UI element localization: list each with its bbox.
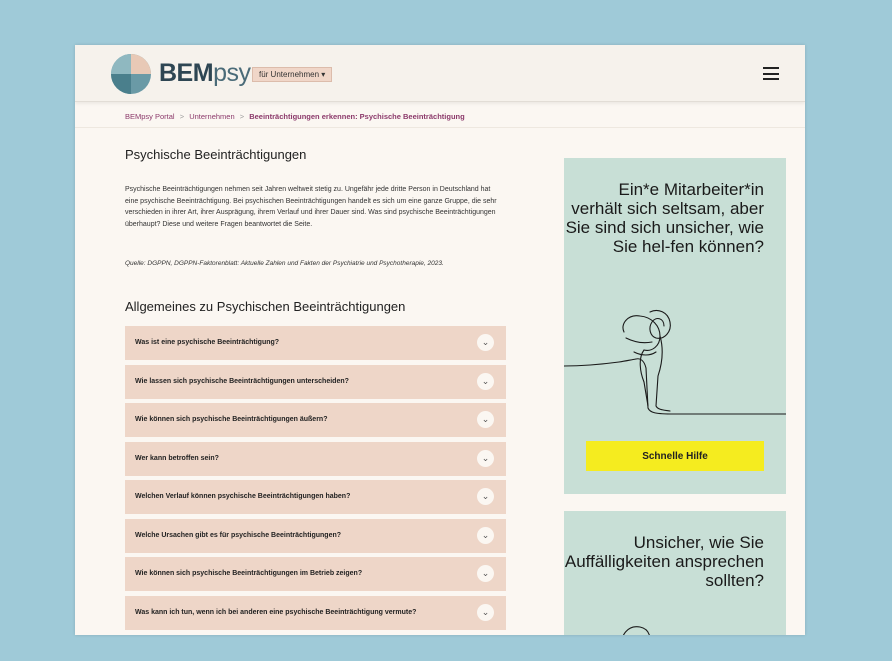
page-title: Psychische Beeinträchtigungen (125, 147, 307, 162)
faq-item[interactable]: Wie lassen sich psychische Beeinträchtig… (125, 364, 506, 399)
faq-question: Welche Ursachen gibt es für psychische B… (135, 531, 342, 539)
faq-item[interactable]: Welchen Verlauf können psychische Beeint… (125, 480, 506, 514)
address-card-headline: Unsicher, wie Sie Auffälligkeiten anspre… (564, 533, 764, 590)
faq-question: Was kann ich tun, wenn ich bei anderen e… (135, 608, 417, 616)
faq-question: Was ist eine psychische Beeinträchtigung… (135, 339, 280, 346)
faq-item[interactable]: Wie können sich psychische Beeinträchtig… (125, 403, 506, 437)
help-card: Ein*e Mitarbeiter*in verhält sich seltsa… (564, 158, 786, 494)
audience-dropdown[interactable]: für Unternehmen ▾ (252, 67, 333, 82)
faq-question: Wer kann betroffen sein? (135, 454, 219, 462)
menu-icon[interactable] (763, 67, 779, 80)
chevron-down-icon[interactable]: ⌄ (477, 603, 494, 621)
faq-item[interactable]: Was ist eine psychische Beeinträchtigung… (125, 326, 506, 360)
chevron-down-icon[interactable]: ⌄ (477, 449, 494, 467)
faq-question: Wie können sich psychische Beeinträchtig… (135, 416, 328, 423)
faq-accordion: Was ist eine psychische Beeinträchtigung… (125, 326, 506, 634)
breadcrumb-item-unternehmen[interactable]: Unternehmen (189, 112, 234, 121)
browser-page: BEMpsy für Unternehmen ▾ BEMpsy Portal >… (75, 45, 805, 635)
faq-item[interactable]: Was kann ich tun, wenn ich bei anderen e… (125, 595, 506, 630)
faq-question: Wie lassen sich psychische Beeinträchtig… (135, 377, 349, 385)
sitting-person-illustration (564, 309, 786, 415)
chevron-down-icon[interactable]: ⌄ (477, 488, 494, 505)
address-card: Unsicher, wie Sie Auffälligkeiten anspre… (564, 511, 786, 635)
chevron-down-icon[interactable]: ⌄ (477, 411, 494, 428)
chevron-down-icon[interactable]: ⌄ (477, 372, 494, 390)
person-illustration (623, 626, 650, 635)
breadcrumb-separator: > (179, 112, 185, 121)
chevron-down-icon[interactable]: ⌄ (477, 565, 494, 582)
chevron-down-icon[interactable]: ⌄ (477, 334, 494, 351)
breadcrumb-separator: > (239, 112, 245, 121)
chevron-down-icon[interactable]: ⌄ (477, 526, 494, 544)
breadcrumb-item-portal[interactable]: BEMpsy Portal (125, 112, 175, 121)
site-header: BEMpsy für Unternehmen ▾ (75, 45, 805, 102)
quick-help-button[interactable]: Schnelle Hilfe (586, 441, 764, 471)
faq-item[interactable]: Welche Ursachen gibt es für psychische B… (125, 518, 506, 553)
section-title: Allgemeines zu Psychischen Beeinträchtig… (125, 299, 406, 314)
logo-icon[interactable] (111, 54, 151, 94)
breadcrumb-current: Beeinträchtigungen erkennen: Psychische … (249, 112, 465, 121)
faq-question: Wie können sich psychische Beeinträchtig… (135, 570, 363, 577)
faq-question: Welchen Verlauf können psychische Beeint… (135, 493, 351, 500)
intro-text: Psychische Beeinträchtigungen nehmen sei… (125, 186, 497, 228)
help-card-headline: Ein*e Mitarbeiter*in verhält sich seltsa… (565, 180, 764, 256)
faq-item[interactable]: Wer kann betroffen sein? ⌄ (125, 441, 506, 476)
breadcrumb: BEMpsy Portal > Unternehmen > Beeinträch… (125, 112, 465, 121)
logo-text[interactable]: BEMpsy (159, 59, 251, 88)
faq-item[interactable]: Wie können sich psychische Beeinträchtig… (125, 557, 506, 591)
divider (75, 127, 805, 128)
source-note: Quelle: DGPPN, DGPPN-Faktorenblatt: Aktu… (125, 260, 444, 267)
